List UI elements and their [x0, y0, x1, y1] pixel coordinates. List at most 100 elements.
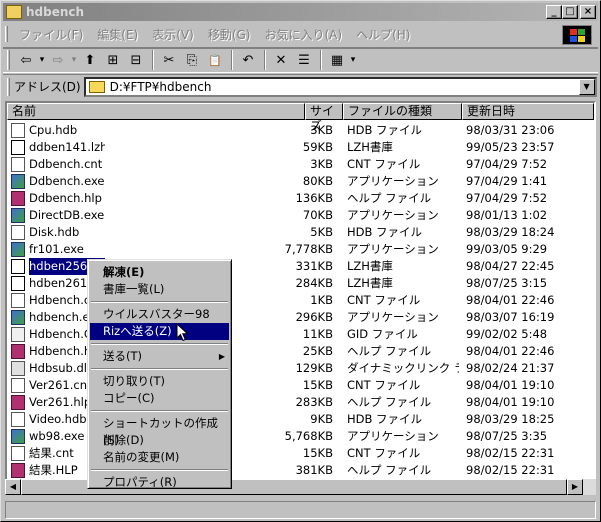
file-type: ヘルプ ファイル [347, 395, 432, 409]
toolbar-separator [264, 50, 266, 70]
file-date: 97/04/29 7:52 [466, 191, 548, 205]
toolbar: ⇦ ▾ ⇨ ▾ ⬆ ⊞ ⊟ ✂ ⎘ 📋 ↶ ✕ ☰ ▦ ▾ [3, 47, 598, 73]
views-dropdown-icon[interactable]: ▾ [349, 50, 357, 70]
file-row[interactable]: fr101.exe 7,778KB アプリケーション 99/03/05 9:29 [7, 241, 594, 258]
menu-go[interactable]: 移動(G) [201, 26, 258, 43]
menu-view[interactable]: 表示(V) [145, 26, 201, 43]
file-row[interactable]: Cpu.hdb 3KB HDB ファイル 98/03/31 23:06 [7, 122, 594, 139]
delete-icon[interactable]: ✕ [270, 50, 292, 70]
file-type: LZH書庫 [347, 140, 393, 154]
file-type: HDB ファイル [347, 412, 423, 426]
address-path[interactable]: D:¥FTP¥hdbench [110, 80, 212, 94]
file-size: 5KB [310, 225, 333, 239]
menubar-grip[interactable] [5, 26, 8, 42]
context-menu-item-label: 切り取り(T) [103, 374, 165, 388]
file-size: 11KB [302, 327, 333, 341]
file-size: 15KB [302, 446, 333, 460]
context-menu-item[interactable]: 解凍(E) [90, 264, 229, 281]
menu-help[interactable]: ヘルプ(H) [349, 26, 417, 43]
file-size: 284KB [295, 276, 333, 290]
file-date: 98/04/01 22:46 [466, 293, 555, 307]
undo-icon[interactable]: ↶ [237, 50, 259, 70]
scroll-right-arrow-icon[interactable]: ▶ [567, 479, 583, 495]
doc-file-icon [11, 446, 25, 461]
menu-file[interactable]: ファイル(F) [12, 26, 90, 43]
file-size: 136KB [295, 191, 333, 205]
context-menu-item[interactable]: ショートカットの作成(S) [90, 415, 229, 447]
addressbar-grip[interactable] [7, 77, 10, 96]
file-date: 99/03/05 9:29 [466, 242, 548, 256]
back-arrow-icon[interactable]: ⇦ [15, 50, 37, 70]
context-menu-item[interactable]: ウイルスバスター98 [90, 306, 229, 323]
file-date: 98/03/29 18:25 [466, 412, 555, 426]
lzh-file-icon [11, 259, 25, 274]
exe-file-icon [11, 429, 25, 444]
file-name: Disk.hdb [29, 225, 80, 239]
hlp-file-icon [11, 191, 25, 206]
context-menu-item[interactable]: 切り取り(T) [90, 373, 229, 390]
file-name: Cpu.hdb [29, 123, 78, 137]
file-row[interactable]: DirectDB.exe 70KB アプリケーション 98/01/13 1:02 [7, 207, 594, 224]
address-field[interactable]: D:¥FTP¥hdbench ▼ [83, 76, 597, 97]
up-folder-icon[interactable]: ⬆ [79, 50, 101, 70]
file-type: アプリケーション [347, 429, 439, 443]
cut-icon[interactable]: ✂ [158, 50, 180, 70]
file-row[interactable]: Ddbench.cnt 3KB CNT ファイル 97/04/29 7:52 [7, 156, 594, 173]
lzh-file-icon [11, 276, 25, 291]
column-header-type[interactable]: ファイルの種類 [343, 103, 462, 120]
menu-separator [91, 343, 228, 345]
column-header-name[interactable]: 名前 [7, 103, 305, 120]
menu-separator [91, 469, 228, 471]
close-button[interactable]: × [580, 5, 596, 19]
menu-bar: ファイル(F) 編集(E) 表示(V) 移動(G) お気に入り(A) ヘルプ(H… [3, 23, 598, 45]
context-menu-item[interactable]: 書庫一覧(L) [90, 281, 229, 298]
context-menu-item[interactable]: プロパティ(R) [90, 474, 229, 491]
maximize-button[interactable]: □ [562, 5, 578, 19]
minimize-button[interactable]: _ [546, 5, 562, 19]
context-menu-item-label: ウイルスバスター98 [103, 307, 210, 321]
menu-separator [91, 410, 228, 412]
file-size: 296KB [295, 310, 333, 324]
menu-edit[interactable]: 編集(E) [90, 26, 145, 43]
status-bar [5, 501, 596, 519]
context-menu-item[interactable]: コピー(C) [90, 390, 229, 407]
map-drive-icon[interactable]: ⊞ [102, 50, 124, 70]
file-date: 98/04/01 19:10 [466, 395, 555, 409]
paste-icon[interactable]: 📋 [204, 50, 226, 70]
forward-dropdown-icon[interactable]: ▾ [70, 50, 78, 70]
context-menu-item[interactable]: 削除(D) [90, 432, 229, 449]
lzh-file-icon [11, 140, 25, 155]
column-header-size[interactable]: サイズ [305, 103, 343, 133]
views-icon[interactable]: ▦ [326, 50, 348, 70]
file-name: fr101.exe [29, 242, 84, 256]
context-menu-item[interactable]: 名前の変更(M) [90, 449, 229, 466]
address-dropdown-button[interactable]: ▼ [578, 78, 595, 95]
file-size: 59KB [302, 140, 333, 154]
forward-arrow-icon[interactable]: ⇨ [47, 50, 69, 70]
file-type: CNT ファイル [347, 446, 421, 460]
file-row[interactable]: ddben141.lzh 59KB LZH書庫 99/05/23 23:57 [7, 139, 594, 156]
toolbar-grip[interactable] [7, 50, 10, 70]
folder-icon [6, 5, 22, 19]
back-dropdown-icon[interactable]: ▾ [38, 50, 46, 70]
scroll-left-arrow-icon[interactable]: ◀ [5, 479, 21, 495]
context-menu-item[interactable]: 送る(T) ▶ [90, 348, 229, 365]
file-size: 1KB [310, 293, 333, 307]
menu-favorites[interactable]: お気に入り(A) [257, 26, 349, 43]
file-date: 98/01/13 1:02 [466, 208, 548, 222]
properties-icon[interactable]: ☰ [293, 50, 315, 70]
column-header-date[interactable]: 更新日時 [462, 103, 594, 120]
file-type: HDB ファイル [347, 225, 423, 239]
file-name: Ddbench.cnt [29, 157, 103, 171]
file-row[interactable]: Disk.hdb 5KB HDB ファイル 98/03/29 18:24 [7, 224, 594, 241]
disconnect-drive-icon[interactable]: ⊟ [125, 50, 147, 70]
file-type: ヘルプ ファイル [347, 463, 432, 477]
title-bar[interactable]: hdbench _ □ × [3, 3, 598, 21]
file-row[interactable]: Ddbench.hlp 136KB ヘルプ ファイル 97/04/29 7:52 [7, 190, 594, 207]
copy-icon[interactable]: ⎘ [181, 50, 203, 70]
context-menu-item[interactable]: Rizへ送る(Z) [90, 323, 229, 340]
file-row[interactable]: Ddbench.exe 80KB アプリケーション 97/04/29 1:41 [7, 173, 594, 190]
file-date: 98/03/29 18:24 [466, 225, 555, 239]
file-type: GID ファイル [347, 327, 418, 341]
file-date: 98/03/07 16:19 [466, 310, 555, 324]
